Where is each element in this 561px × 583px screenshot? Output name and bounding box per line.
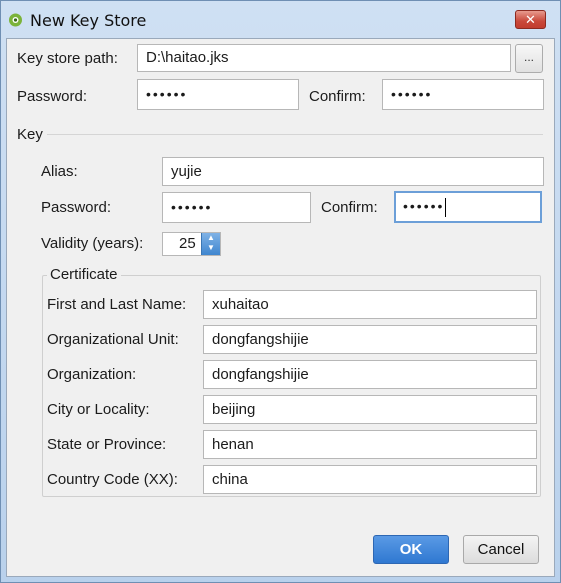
window-title: New Key Store (30, 11, 147, 30)
browse-button[interactable]: ... (515, 44, 543, 73)
key-confirm-value: •••••• (403, 198, 445, 214)
key-section-label: Key (17, 126, 43, 143)
android-studio-icon (9, 13, 22, 27)
cert-name-label: First and Last Name: (47, 296, 187, 313)
cert-city-input[interactable]: beijing (203, 395, 537, 424)
cert-country-label: Country Code (XX): (47, 471, 178, 488)
cert-name-input[interactable]: xuhaitao (203, 290, 537, 319)
close-button[interactable]: ✕ (515, 10, 546, 29)
keystore-path-label: Key store path: (17, 50, 118, 67)
cert-org-unit-label: Organizational Unit: (47, 331, 179, 348)
cert-state-label: State or Province: (47, 436, 167, 453)
key-password-input[interactable]: •••••• (162, 192, 311, 223)
validity-value: 25 (179, 235, 196, 252)
dialog-body: Key store path: D:\haitao.jks ... Passwo… (6, 38, 555, 577)
key-confirm-input[interactable]: •••••• (394, 191, 542, 223)
keystore-password-input[interactable]: •••••• (137, 79, 299, 110)
cert-org-unit-input[interactable]: dongfangshijie (203, 325, 537, 354)
key-password-label: Password: (41, 199, 112, 216)
keystore-confirm-label: Confirm: (309, 88, 366, 105)
cert-org-label: Organization: (47, 366, 137, 383)
keystore-path-input[interactable]: D:\haitao.jks (137, 44, 511, 72)
cert-city-label: City or Locality: (47, 401, 150, 418)
key-confirm-label: Confirm: (321, 199, 378, 216)
validity-spinner[interactable]: 25 ▲ ▼ (162, 232, 221, 256)
cancel-button[interactable]: Cancel (463, 535, 539, 564)
title-bar[interactable]: New Key Store ✕ (1, 1, 560, 38)
alias-label: Alias: (41, 163, 78, 180)
close-icon: ✕ (525, 12, 536, 27)
certificate-group-title: Certificate (47, 266, 121, 283)
key-section-divider (47, 134, 543, 135)
cert-state-input[interactable]: henan (203, 430, 537, 459)
dialog-window: New Key Store ✕ Key store path: D:\haita… (0, 0, 561, 583)
spinner-arrows-icon[interactable]: ▲ ▼ (201, 233, 220, 255)
cert-country-input[interactable]: china (203, 465, 537, 494)
text-caret (445, 197, 447, 217)
alias-input[interactable]: yujie (162, 157, 544, 186)
ok-button[interactable]: OK (373, 535, 449, 564)
keystore-confirm-input[interactable]: •••••• (382, 79, 544, 110)
validity-label: Validity (years): (41, 235, 144, 252)
cert-org-input[interactable]: dongfangshijie (203, 360, 537, 389)
keystore-password-label: Password: (17, 88, 88, 105)
